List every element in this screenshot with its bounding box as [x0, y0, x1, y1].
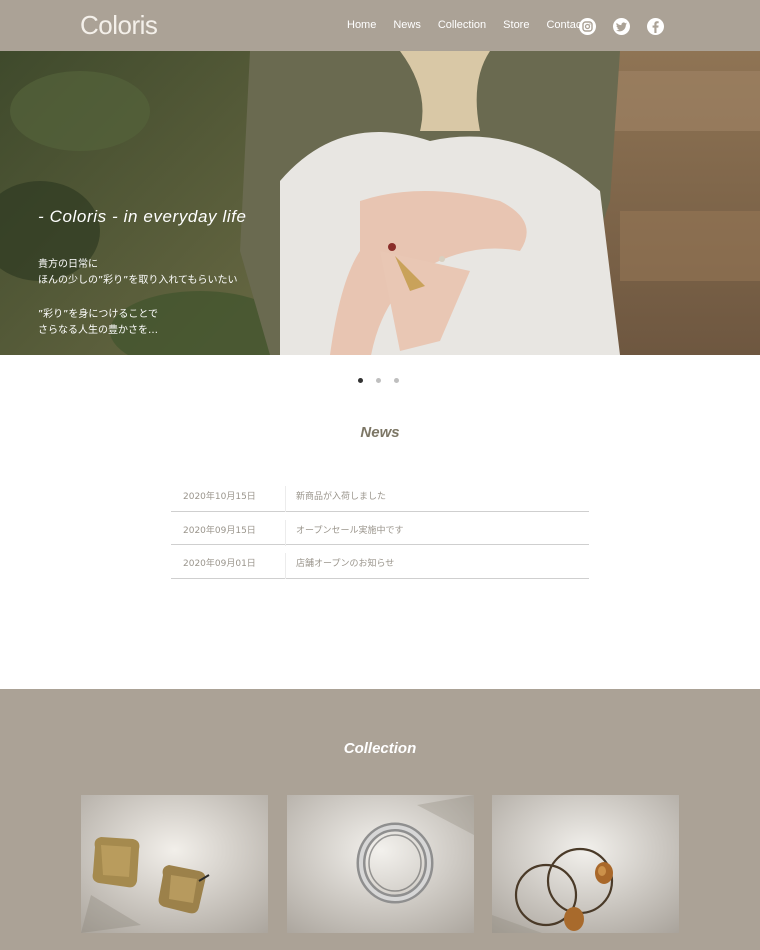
twitter-icon[interactable]: [613, 18, 630, 35]
news-date: 2020年09月01日: [183, 559, 256, 569]
news-date: 2020年09月15日: [183, 525, 256, 536]
slider-dot-3[interactable]: [394, 378, 399, 383]
collection-item-earrings[interactable]: [81, 795, 268, 933]
hero-line-gap: [38, 289, 238, 307]
collection-item-hoops[interactable]: [492, 795, 679, 933]
slider-dots: [358, 378, 412, 383]
news-divider: [285, 553, 286, 579]
news-title[interactable]: 新商品が入荷しました: [296, 489, 386, 502]
instagram-icon[interactable]: [579, 18, 596, 35]
news-date: 2020年10月15日: [183, 492, 256, 502]
hero-line: ”彩り”を身につけることで: [38, 309, 159, 320]
news-divider: [285, 486, 286, 512]
slider-dot-2[interactable]: [376, 378, 381, 383]
news-title[interactable]: オープンセール実施中です: [296, 523, 403, 536]
site-header: Coloris Home News Collection Store Conta…: [0, 0, 760, 51]
hero-slider: - Coloris - in everyday life 貴方の日常に ほんの少…: [0, 51, 760, 355]
hero-text: 貴方の日常に ほんの少しの”彩り”を取り入れてもらいたい ”彩り”を身につけるこ…: [38, 257, 238, 339]
nav-collection[interactable]: Collection: [438, 19, 486, 31]
collection-item-ring[interactable]: [287, 795, 474, 933]
news-heading: News: [360, 424, 400, 441]
hero-title: - Coloris - in everyday life: [38, 207, 247, 226]
news-item[interactable]: 2020年09月15日 オープンセール実施中です: [171, 512, 589, 546]
collection-image: [492, 795, 679, 933]
site-logo[interactable]: Coloris: [80, 10, 158, 41]
hero-line: 貴方の日常に: [38, 259, 98, 270]
news-divider: [285, 519, 286, 546]
nav-home[interactable]: Home: [347, 19, 376, 31]
hero-line: ほんの少しの”彩り”を取り入れてもらいたい: [38, 275, 238, 286]
facebook-icon[interactable]: [647, 18, 664, 35]
hero-line: さらなる人生の豊かさを…: [38, 325, 158, 336]
news-title[interactable]: 店舗オープンのお知らせ: [296, 556, 394, 569]
main-nav: Home News Collection Store Contact: [347, 19, 601, 31]
collection-image: [81, 795, 268, 933]
news-item[interactable]: 2020年09月01日 店舗オープンのお知らせ: [171, 545, 589, 579]
news-item[interactable]: 2020年10月15日 新商品が入荷しました: [171, 478, 589, 512]
nav-news[interactable]: News: [393, 19, 421, 31]
collection-section: Collection: [0, 689, 760, 950]
collection-image: [287, 795, 474, 933]
nav-store[interactable]: Store: [503, 19, 529, 31]
slider-dot-1[interactable]: [358, 378, 363, 383]
news-list: 2020年10月15日 新商品が入荷しました 2020年09月15日 オープンセ…: [171, 478, 589, 579]
collection-heading: Collection: [343, 740, 417, 757]
